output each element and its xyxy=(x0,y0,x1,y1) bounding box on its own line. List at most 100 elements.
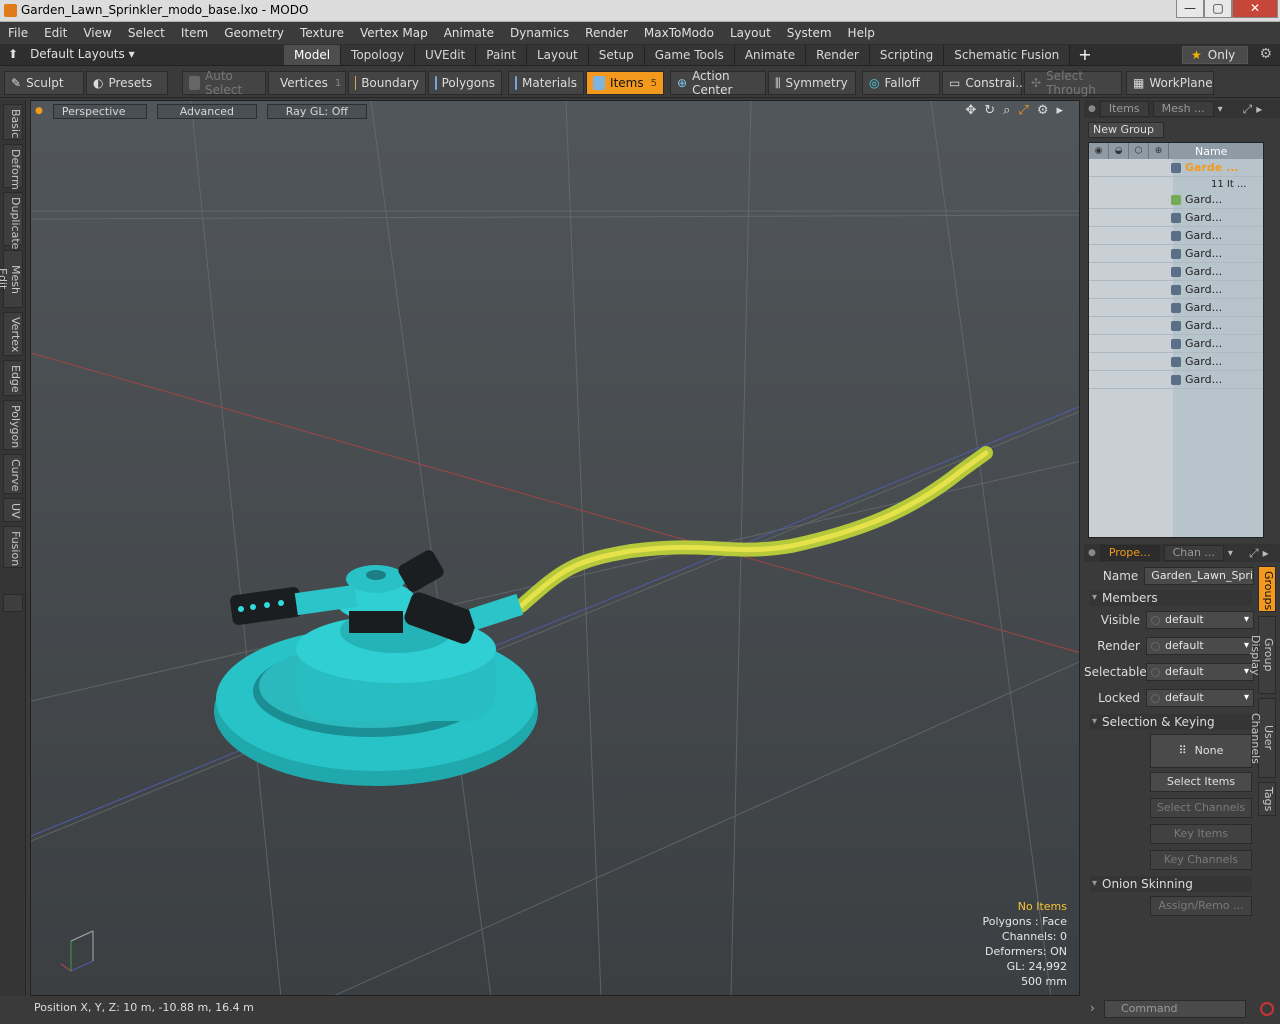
menu-edit[interactable]: Edit xyxy=(36,26,75,40)
falloff-button[interactable]: ◎ Falloff xyxy=(862,71,940,95)
tab-edge[interactable]: Edge xyxy=(3,360,23,396)
members-section[interactable]: Members xyxy=(1090,590,1252,606)
onion-skinning-section[interactable]: Onion Skinning xyxy=(1090,876,1252,892)
tab-deform[interactable]: Deform xyxy=(3,144,23,190)
select-through-button[interactable]: ✣ Select Through xyxy=(1024,69,1122,97)
render-select[interactable]: default ▾ xyxy=(1146,637,1254,655)
minimize-button[interactable]: — xyxy=(1176,0,1204,18)
tab-render[interactable]: Render xyxy=(806,45,870,65)
panel-expand-icon[interactable]: ⤢ xyxy=(1249,546,1259,561)
render-icon[interactable]: ◒ xyxy=(1109,143,1129,159)
menu-dynamics[interactable]: Dynamics xyxy=(502,26,577,40)
vtab-group-display[interactable]: Group Display xyxy=(1249,616,1276,694)
tab-vertex[interactable]: Vertex xyxy=(3,312,23,356)
perspective-dropdown[interactable]: Perspective xyxy=(52,103,147,119)
tree-item-row[interactable]: Gard... xyxy=(1089,245,1263,263)
boundary-button[interactable]: Boundary xyxy=(348,71,426,95)
selectable-select[interactable]: default ▾ xyxy=(1146,663,1254,681)
panel-handle-icon[interactable]: ● xyxy=(1088,104,1096,114)
menu-vertex-map[interactable]: Vertex Map xyxy=(352,26,436,40)
maximize-button[interactable]: ▢ xyxy=(1204,0,1232,18)
raygl-toggle[interactable]: Ray GL: Off xyxy=(266,103,367,119)
tab-game-tools[interactable]: Game Tools xyxy=(644,45,735,65)
key-channels-button[interactable]: Key Channels xyxy=(1150,850,1252,870)
auto-select-button[interactable]: Auto Select xyxy=(182,69,266,97)
panel-dropdown-icon[interactable]: ▾ xyxy=(1218,104,1223,115)
action-center-button[interactable]: ⊕ Action Center xyxy=(670,69,766,97)
tab-curve[interactable]: Curve xyxy=(3,454,23,494)
panel-dropdown-icon[interactable]: ▾ xyxy=(1228,548,1233,559)
vtab-user-channels[interactable]: User Channels xyxy=(1249,698,1276,778)
lock-icon[interactable]: ⊕ xyxy=(1149,143,1169,159)
tree-item-row[interactable]: Gard... xyxy=(1089,299,1263,317)
tree-item-row[interactable]: Gard... xyxy=(1089,209,1263,227)
materials-button[interactable]: Materials xyxy=(508,71,584,95)
default-layouts-dropdown[interactable]: Default Layouts ▾ xyxy=(30,47,135,61)
tab-channels[interactable]: Chan ... xyxy=(1163,545,1224,561)
selection-keying-section[interactable]: Selection & Keying xyxy=(1090,714,1252,730)
tree-item-row[interactable]: Gard... xyxy=(1089,353,1263,371)
zoom-icon[interactable]: ⌕ xyxy=(1003,103,1010,118)
tree-item-row[interactable]: Gard... xyxy=(1089,227,1263,245)
tab-uvedit[interactable]: UVEdit xyxy=(415,45,477,65)
panel-more-icon[interactable]: ▸ xyxy=(1256,102,1262,116)
tree-item-row[interactable]: Gard... xyxy=(1089,335,1263,353)
select-lock-icon[interactable]: ⬡ xyxy=(1129,143,1149,159)
menu-help[interactable]: Help xyxy=(840,26,883,40)
gear-icon[interactable]: ⚙ xyxy=(1259,46,1272,62)
3d-viewport[interactable]: ● Perspective Advanced Ray GL: Off ✥ ↻ ⌕… xyxy=(30,100,1080,996)
key-items-button[interactable]: Key Items xyxy=(1150,824,1252,844)
panel-handle-icon[interactable]: ● xyxy=(1088,548,1096,558)
close-button[interactable]: ✕ xyxy=(1232,0,1278,18)
panel-more-icon[interactable]: ▸ xyxy=(1263,546,1269,560)
menu-texture[interactable]: Texture xyxy=(292,26,352,40)
tree-item-row[interactable]: Gard... xyxy=(1089,371,1263,389)
tab-properties[interactable]: Prope... xyxy=(1099,545,1160,561)
advanced-dropdown[interactable]: Advanced xyxy=(156,103,257,119)
menu-item[interactable]: Item xyxy=(173,26,216,40)
constraints-button[interactable]: ▭ Constrai... xyxy=(942,71,1027,95)
tree-item-row[interactable]: Gard... xyxy=(1089,281,1263,299)
select-items-button[interactable]: Select Items xyxy=(1150,772,1252,792)
tree-root-row[interactable]: Garde ... xyxy=(1089,159,1263,177)
panel-expand-icon[interactable]: ⤢ xyxy=(1243,102,1253,117)
vtab-tags[interactable]: Tags xyxy=(1258,782,1276,816)
menu-maxtomodo[interactable]: MaxToModo xyxy=(636,26,722,40)
symmetry-button[interactable]: ⫼ Symmetry xyxy=(768,71,856,95)
assign-remove-button[interactable]: Assign/Remo ... xyxy=(1150,896,1252,916)
menu-view[interactable]: View xyxy=(75,26,119,40)
maximize-icon[interactable]: ⤢ xyxy=(1018,103,1028,118)
tab-polygon[interactable]: Polygon xyxy=(3,400,23,450)
tab-duplicate[interactable]: Duplicate xyxy=(3,192,23,249)
presets-button[interactable]: ◐ Presets xyxy=(86,71,168,95)
tree-item-row[interactable]: Gard... xyxy=(1089,263,1263,281)
tab-setup[interactable]: Setup xyxy=(588,45,645,65)
vtab-groups[interactable]: Groups xyxy=(1258,566,1276,612)
viewport-gear-icon[interactable]: ⚙ xyxy=(1037,103,1049,118)
menu-render[interactable]: Render xyxy=(577,26,636,40)
command-input[interactable]: Command xyxy=(1104,1000,1246,1018)
tab-fusion[interactable]: Fusion xyxy=(3,526,23,568)
polygons-button[interactable]: Polygons xyxy=(428,71,502,95)
select-channels-button[interactable]: Select Channels xyxy=(1150,798,1252,818)
tab-animate[interactable]: Animate xyxy=(734,45,807,65)
tab-layout[interactable]: Layout xyxy=(526,45,589,65)
tree-item-row[interactable]: Gard... xyxy=(1089,317,1263,335)
collapse-arrow-icon[interactable]: ⬆ xyxy=(8,47,18,61)
workplane-button[interactable]: ▦ WorkPlane xyxy=(1126,71,1214,95)
tree-item-row[interactable]: Gard... xyxy=(1089,191,1263,209)
tab-items[interactable]: Items xyxy=(1099,101,1149,117)
new-group-button[interactable]: New Group xyxy=(1088,122,1164,138)
menu-animate[interactable]: Animate xyxy=(436,26,502,40)
rotate-icon[interactable]: ↻ xyxy=(984,103,995,118)
tab-scripting[interactable]: Scripting xyxy=(869,45,945,65)
tab-basic[interactable]: Basic xyxy=(3,104,23,140)
record-macro-icon[interactable] xyxy=(1260,1002,1274,1016)
viewport-menu-dot-icon[interactable]: ● xyxy=(35,106,43,116)
tab-mesh[interactable]: Mesh ... xyxy=(1152,101,1214,117)
none-preset-button[interactable]: ⠿ None xyxy=(1150,734,1252,768)
visibility-eye-icon[interactable]: ◉ xyxy=(1089,143,1109,159)
tab-paint[interactable]: Paint xyxy=(476,45,527,65)
menu-layout[interactable]: Layout xyxy=(722,26,779,40)
menu-select[interactable]: Select xyxy=(120,26,173,40)
